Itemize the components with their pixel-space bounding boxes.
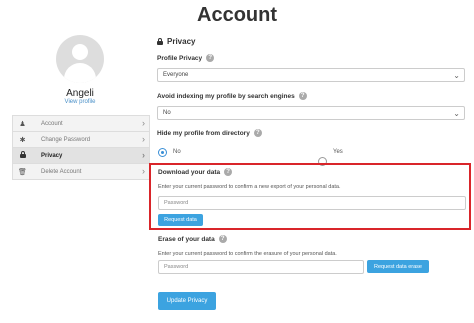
help-icon[interactable]: ? — [298, 92, 307, 100]
download-password-input[interactable]: Password — [158, 196, 466, 210]
help-icon[interactable]: ? — [224, 168, 233, 176]
sidebar-item-label: Privacy — [41, 152, 63, 159]
help-icon[interactable]: ? — [206, 54, 215, 62]
sidebar-item-account[interactable]: ♟ Account › — [13, 116, 149, 132]
lock-icon — [157, 38, 163, 45]
trash-icon: 🗑 — [18, 168, 27, 176]
asterisk-icon: ✱ — [19, 136, 26, 144]
request-erase-button[interactable]: Request data erase — [367, 260, 429, 273]
erase-description: Enter your current password to confirm t… — [158, 251, 337, 257]
user-icon: ♟ — [19, 120, 26, 128]
indexing-label: Avoid indexing my profile by search engi… — [157, 92, 307, 100]
erase-label-text: Erase of your data — [158, 235, 215, 243]
download-label-text: Download your data — [158, 168, 221, 176]
indexing-value: No — [163, 110, 171, 116]
hide-directory-label: Hide my profile from directory ? — [157, 129, 262, 137]
download-label: Download your data ? — [158, 168, 233, 176]
download-description: Enter your current password to confirm a… — [158, 184, 341, 190]
chevron-right-icon: › — [142, 150, 145, 160]
radio-no[interactable] — [158, 148, 167, 157]
sidebar-item-delete-account[interactable]: 🗑 Delete Account › — [13, 164, 149, 179]
request-data-button[interactable]: Request data — [158, 214, 203, 226]
radio-yes-label: Yes — [333, 149, 343, 155]
view-profile-link[interactable]: View profile — [40, 99, 120, 105]
lock-icon — [13, 151, 32, 160]
hide-directory-label-text: Hide my profile from directory — [157, 129, 250, 137]
help-icon[interactable]: ? — [218, 235, 227, 243]
chevron-right-icon: › — [142, 118, 145, 128]
radio-no-label: No — [173, 149, 181, 155]
sidebar-item-privacy[interactable]: Privacy › — [13, 148, 149, 164]
sidebar-item-label: Account — [41, 120, 63, 127]
indexing-select[interactable]: No ⌄ — [157, 106, 465, 120]
profile-privacy-label-text: Profile Privacy — [157, 54, 203, 62]
chevron-down-icon: ⌄ — [453, 109, 460, 118]
chevron-right-icon: › — [142, 166, 145, 176]
help-icon[interactable]: ? — [253, 129, 262, 137]
privacy-heading-text: Privacy — [167, 37, 196, 46]
profile-privacy-value: Everyone — [163, 72, 189, 78]
profile-privacy-label: Profile Privacy ? — [157, 54, 215, 62]
chevron-right-icon: › — [142, 134, 145, 144]
page-title: Account — [197, 4, 277, 26]
chevron-down-icon: ⌄ — [453, 71, 460, 80]
erase-label: Erase of your data ? — [158, 235, 227, 243]
privacy-heading: Privacy — [157, 37, 195, 46]
user-name: Angeli — [66, 88, 94, 99]
avatar-body — [64, 63, 96, 83]
sidebar-item-label: Delete Account — [41, 168, 82, 175]
profile-privacy-select[interactable]: Everyone ⌄ — [157, 68, 465, 82]
update-privacy-button[interactable]: Update Privacy — [158, 292, 216, 310]
sidebar-item-label: Change Password — [41, 136, 91, 143]
avatar-head — [72, 44, 88, 60]
indexing-label-text: Avoid indexing my profile by search engi… — [157, 92, 295, 100]
avatar — [56, 35, 104, 83]
sidebar-item-change-password[interactable]: ✱ Change Password › — [13, 132, 149, 148]
sidebar-menu: ♟ Account › ✱ Change Password › Privacy … — [12, 115, 150, 180]
erase-password-input[interactable]: Password — [158, 260, 364, 274]
